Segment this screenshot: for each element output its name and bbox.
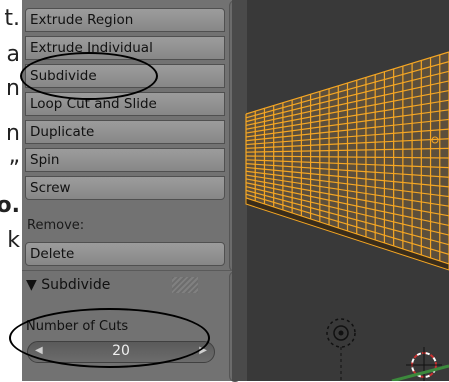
document-text-fragment: t. [4, 6, 20, 31]
3d-viewport[interactable] [232, 0, 449, 381]
increment-arrow-icon[interactable]: ▶ [199, 345, 207, 356]
tool-shelf-panel: Extrude Region Extrude Individual Subdiv… [22, 0, 241, 272]
extrude-individual-button[interactable]: Extrude Individual [25, 36, 225, 60]
subdivided-plane-mesh[interactable] [245, 51, 449, 271]
number-of-cuts-value[interactable]: 20 [28, 343, 214, 359]
extrude-region-button[interactable]: Extrude Region [25, 8, 225, 32]
document-text-fragment: ” [8, 157, 20, 182]
lamp-icon[interactable] [326, 318, 356, 381]
loop-cut-and-slide-button[interactable]: Loop Cut and Slide [25, 92, 225, 116]
document-text-fragment: a [6, 42, 20, 67]
remove-section-label: Remove: [27, 218, 85, 233]
viewport-scene [245, 51, 449, 381]
document-text-fragment: o. [0, 193, 20, 218]
duplicate-button[interactable]: Duplicate [25, 120, 225, 144]
document-text-fragment: n [6, 121, 20, 146]
panel-drag-grip-icon[interactable] [172, 277, 198, 293]
operator-panel-title[interactable]: ▼ Subdivide [26, 277, 110, 293]
number-of-cuts-label: Number of Cuts [26, 319, 129, 334]
operator-panel: ▼ Subdivide Number of Cuts ◀ 20 ▶ [22, 270, 241, 382]
document-text-fragment: n [6, 76, 20, 101]
screw-button[interactable]: Screw [25, 176, 225, 200]
spin-button[interactable]: Spin [25, 148, 225, 172]
number-of-cuts-field[interactable]: ◀ 20 ▶ [27, 341, 215, 363]
delete-button[interactable]: Delete [25, 242, 225, 266]
subdivide-button[interactable]: Subdivide [25, 64, 225, 88]
document-text-fragment: k [7, 228, 20, 253]
document-text-column: t. a n n ” o. k [0, 0, 22, 381]
floor-grid-axis-line [391, 364, 449, 381]
